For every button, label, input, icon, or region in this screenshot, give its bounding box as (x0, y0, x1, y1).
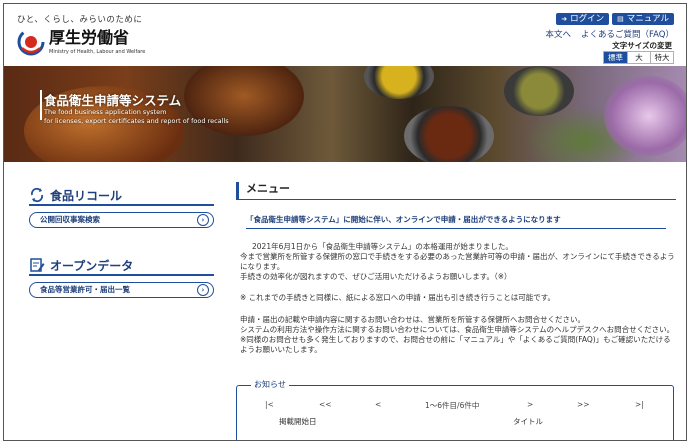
logo-name-jp: 厚生労働省 (49, 28, 130, 47)
text-size-standard[interactable]: 標準 (604, 52, 627, 63)
notice-line: になります。 (240, 262, 285, 271)
site-header: ひと、くらし、みらいのために 厚生労働省 Ministry of Health,… (4, 4, 686, 64)
recall-search-link[interactable]: 公開回収事案検索 › (29, 212, 214, 228)
business-permit-list-link[interactable]: 食品等営業許可・届出一覧 › (29, 282, 214, 298)
recall-cycle-icon (30, 187, 44, 203)
system-subtitle: The food business application system for… (44, 108, 229, 126)
pager-status: 1〜6件目/6件中 (425, 401, 480, 410)
sidebar-heading: オープンデータ (29, 256, 214, 276)
header-buttons: ➜ ログイン ▤ マニュアル (556, 13, 674, 25)
logo-name-en: Ministry of Health, Labour and Welfare (49, 49, 146, 55)
banner-flower-image (604, 76, 686, 156)
text-size-extra-large[interactable]: 特大 (650, 52, 673, 63)
pager-next-button[interactable]: > (527, 400, 533, 409)
system-subtitle-line-1: The food business application system (44, 108, 167, 116)
menu-heading: メニュー (236, 182, 676, 200)
news-pager: |< << < 1〜6件目/6件中 > >> >| (237, 400, 673, 412)
mhlw-logo-icon (17, 28, 45, 56)
manual-button[interactable]: ▤ マニュアル (612, 13, 674, 25)
pager-next-page-button[interactable]: >> (577, 400, 590, 409)
notice-line: 今まで営業所を所管する保健所の窓口で手続きをする必要のあった営業許可等の申請・届… (240, 252, 675, 261)
text-size-label: 文字サイズの変更 (612, 41, 672, 50)
notice-line: ※ これまでの手続きと同様に、紙による窓口への申請・届出も引き続き行うことは可能… (240, 293, 555, 302)
pager-last-button[interactable]: >| (635, 400, 644, 409)
sidebar-heading-label: オープンデータ (50, 258, 134, 273)
system-title: 食品衛生申請等システム (44, 93, 182, 108)
notice-line: システムの利用方法や操作方法に関するお問い合わせについては、食品衛生申請等システ… (240, 325, 675, 334)
notice-line: ※同様のお問合せも多く発生しておりますので、お問合せの前に「マニュアル」や「よく… (240, 335, 671, 344)
sidebar-section-open-data: オープンデータ 食品等営業許可・届出一覧 › (29, 256, 214, 298)
login-button[interactable]: ➜ ログイン (556, 13, 610, 25)
recall-search-label: 公開回収事案検索 (40, 215, 100, 224)
notice-line: 申請・届出の記載や申請内容に関するお問い合わせは、営業所を所管する保健所へお問合… (240, 315, 585, 324)
banner-bowl-image (404, 106, 494, 162)
hero-banner: 食品衛生申請等システム The food business applicatio… (4, 66, 686, 162)
manual-label: マニュアル (626, 14, 669, 24)
news-box: お知らせ |< << < 1〜6件目/6件中 > >> >| 掲載開始日 タイト… (236, 379, 674, 440)
sidebar-section-food-recall: 食品リコール 公開回収事案検索 › (29, 186, 214, 228)
header-links: 本文へ よくあるご質問（FAQ） (546, 28, 674, 40)
system-subtitle-line-2: for licenses, export certificates and re… (44, 117, 229, 125)
pager-prev-page-button[interactable]: << (319, 400, 332, 409)
mhlw-logo[interactable]: 厚生労働省 Ministry of Health, Labour and Wel… (17, 28, 145, 56)
pager-first-button[interactable]: |< (265, 400, 274, 409)
notice-paragraph-2: ※ これまでの手続きと同様に、紙による窓口への申請・届出も引き続き行うことは可能… (240, 293, 676, 303)
tagline: ひと、くらし、みらいのために (17, 15, 143, 25)
chevron-right-icon: › (197, 214, 209, 226)
notice-line: 2021年6月1日から「食品衛生申請等システム」の本格運用が始まりました。 (252, 242, 513, 251)
chevron-right-icon: › (197, 284, 209, 296)
notice-paragraph-3: 申請・届出の記載や申請内容に関するお問い合わせは、営業所を所管する保健所へお問合… (240, 315, 676, 355)
text-size-large[interactable]: 大 (627, 52, 650, 63)
book-icon: ▤ (617, 15, 624, 23)
pager-prev-button[interactable]: < (375, 400, 381, 409)
document-edit-icon (30, 258, 45, 272)
notice-line: 手続きの効率化が図れますので、ぜひご活用いただけるようお願いします。（※） (240, 272, 512, 281)
skip-to-content-link[interactable]: 本文へ (546, 28, 572, 40)
login-arrow-icon: ➜ (561, 15, 568, 23)
main-content: メニュー 「食品衛生申請等システム」に開始に伴い、オンラインで申請・届出ができる… (236, 182, 676, 355)
sidebar-heading-label: 食品リコール (50, 188, 123, 203)
banner-bowl-image (364, 66, 434, 99)
column-header-date: 掲載開始日 (279, 417, 317, 426)
notice-line: ようお願いいたします。 (240, 345, 322, 354)
column-header-title: タイトル (513, 417, 543, 426)
faq-link[interactable]: よくあるご質問（FAQ） (581, 28, 674, 40)
news-label: お知らせ (251, 379, 289, 390)
notice-title: 「食品衛生申請等システム」に開始に伴い、オンラインで申請・届出ができるようになり… (246, 214, 666, 229)
banner-accent-line (40, 90, 42, 120)
login-label: ログイン (570, 14, 605, 24)
business-permit-list-label: 食品等営業許可・届出一覧 (40, 285, 130, 294)
text-size-switcher: 標準 大 特大 (603, 51, 674, 64)
notice-paragraph-1: 2021年6月1日から「食品衛生申請等システム」の本格運用が始まりました。 今ま… (240, 242, 676, 282)
sidebar-heading: 食品リコール (29, 186, 214, 206)
browser-frame: ひと、くらし、みらいのために 厚生労働省 Ministry of Health,… (3, 3, 687, 441)
